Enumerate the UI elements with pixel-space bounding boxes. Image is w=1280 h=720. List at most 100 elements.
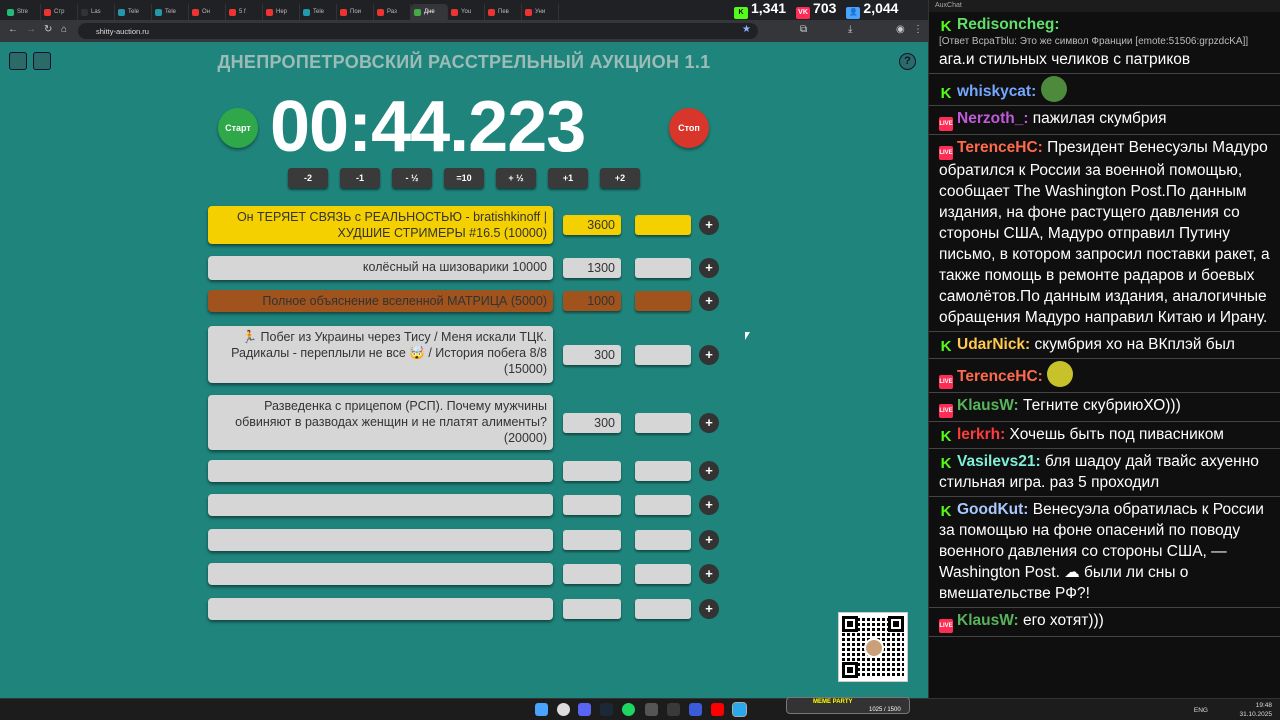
browser-tab[interactable]: Tele bbox=[300, 4, 337, 20]
kick-badge-icon: K bbox=[939, 18, 953, 35]
lot-amount-field[interactable] bbox=[563, 564, 621, 584]
lang-indicator[interactable]: ENG bbox=[1194, 706, 1208, 715]
steam-icon[interactable] bbox=[600, 703, 613, 716]
browser-tab[interactable]: Нер bbox=[263, 4, 300, 20]
kick-badge-icon: K bbox=[939, 503, 953, 520]
lot-name-field[interactable]: 🏃 Побег из Украины через Тису / Меня иск… bbox=[208, 326, 553, 383]
lot-name-field[interactable] bbox=[208, 529, 553, 551]
browser-tab[interactable]: Стр bbox=[41, 4, 78, 20]
lot-name-field[interactable] bbox=[208, 598, 553, 620]
lot-amount-field[interactable]: 1300 bbox=[563, 258, 621, 278]
start-button[interactable]: Старт bbox=[218, 108, 258, 148]
lot-amount-field[interactable] bbox=[563, 461, 621, 481]
time-adjust-button[interactable]: -2 bbox=[288, 168, 328, 188]
browser-tab[interactable]: Tele bbox=[152, 4, 189, 20]
lot-add-button[interactable]: + bbox=[699, 495, 719, 515]
lot-name-field[interactable]: Он ТЕРЯЕТ СВЯЗЬ с РЕАЛЬНОСТЬЮ - bratishk… bbox=[208, 206, 553, 244]
vk-live-badge-icon: LIVE bbox=[939, 375, 953, 389]
lot-amount-field[interactable] bbox=[563, 495, 621, 515]
lot-amount-field[interactable] bbox=[563, 599, 621, 619]
lot-amount-field[interactable]: 3600 bbox=[563, 215, 621, 235]
lot-amount-field[interactable] bbox=[563, 530, 621, 550]
profile-icon[interactable]: ◉ bbox=[896, 24, 905, 35]
browser-tab[interactable]: Он bbox=[189, 4, 226, 20]
lot-add-amount-field[interactable] bbox=[635, 258, 691, 278]
time-adjust-button[interactable]: -1 bbox=[340, 168, 380, 188]
lot-add-amount-field[interactable] bbox=[635, 599, 691, 619]
forward-icon[interactable]: → bbox=[26, 24, 36, 35]
lot-add-amount-field[interactable] bbox=[635, 345, 691, 365]
chrome-icon[interactable] bbox=[557, 703, 570, 716]
chat-window-title: AuxChat bbox=[929, 0, 1280, 12]
youtube-icon[interactable] bbox=[711, 703, 724, 716]
lot-add-button[interactable]: + bbox=[699, 215, 719, 235]
menu-icon[interactable]: ⋮ bbox=[913, 24, 923, 35]
lot-add-button[interactable]: + bbox=[699, 258, 719, 278]
lot-add-button[interactable]: + bbox=[699, 345, 719, 365]
lot-amount-field[interactable]: 300 bbox=[563, 345, 621, 365]
clock-time: 19:48 bbox=[1255, 702, 1272, 709]
browser-tab[interactable]: Раз bbox=[374, 4, 411, 20]
telegram-icon[interactable] bbox=[732, 702, 747, 717]
lot-add-button[interactable]: + bbox=[699, 413, 719, 433]
lot-add-amount-field[interactable] bbox=[635, 215, 691, 235]
browser-toolbar: ← → ↻ ⌂ shitty-auction.ru ★ ⧉ ⤓ ◉ ⋮ bbox=[0, 20, 928, 42]
lot-name-field[interactable]: колёсный на шизоварики 10000 bbox=[208, 256, 553, 280]
browser-tab[interactable]: Пои bbox=[337, 4, 374, 20]
lot-add-amount-field[interactable] bbox=[635, 461, 691, 481]
lot-name-field[interactable]: Разведенка с прицепом (РСП). Почему мужч… bbox=[208, 395, 553, 450]
windows-start-icon[interactable] bbox=[535, 703, 548, 716]
app-icon[interactable] bbox=[645, 703, 658, 716]
lot-add-button[interactable]: + bbox=[699, 291, 719, 311]
lot-name-field[interactable] bbox=[208, 494, 553, 516]
browser-tab[interactable]: Уни bbox=[522, 4, 559, 20]
address-bar[interactable]: shitty-auction.ru bbox=[78, 23, 758, 39]
time-adjust-button[interactable]: + ½ bbox=[496, 168, 536, 188]
chat-nick: lerkrh: bbox=[957, 426, 1006, 443]
lot-add-amount-field[interactable] bbox=[635, 564, 691, 584]
system-tray: ENG 19:48 31.10.2025 bbox=[1194, 701, 1272, 719]
lot-amount-field[interactable]: 300 bbox=[563, 413, 621, 433]
spotify-icon[interactable] bbox=[622, 703, 635, 716]
chat-message: K UdarNick: скумбрия хо на ВКплэй был bbox=[929, 332, 1280, 359]
reload-icon[interactable]: ↻ bbox=[44, 24, 52, 35]
lot-name-field[interactable] bbox=[208, 460, 553, 482]
lot-add-button[interactable]: + bbox=[699, 599, 719, 619]
browser-tab[interactable]: Дне bbox=[411, 4, 448, 20]
home-icon[interactable]: ⌂ bbox=[61, 24, 67, 35]
lot-name-field[interactable] bbox=[208, 563, 553, 585]
chat-message: LIVE Nerzoth_: пажилая скумбрия bbox=[929, 106, 1280, 135]
lot-add-amount-field[interactable] bbox=[635, 495, 691, 515]
stop-button[interactable]: Стоп bbox=[669, 108, 709, 148]
folder-icon[interactable] bbox=[667, 703, 680, 716]
browser-tab[interactable]: Пев bbox=[485, 4, 522, 20]
lot-add-amount-field[interactable] bbox=[635, 530, 691, 550]
obs-icon[interactable] bbox=[689, 703, 702, 716]
lot-add-button[interactable]: + bbox=[699, 461, 719, 481]
time-adjust-button[interactable]: +2 bbox=[600, 168, 640, 188]
lot-add-button[interactable]: + bbox=[699, 564, 719, 584]
back-icon[interactable]: ← bbox=[8, 24, 18, 35]
extensions-icon[interactable]: ⧉ bbox=[800, 24, 807, 35]
tab-favicon-icon bbox=[118, 8, 125, 16]
chat-nick: GoodKut: bbox=[957, 501, 1029, 518]
time-adjust-button[interactable]: - ½ bbox=[392, 168, 432, 188]
download-icon[interactable]: ⤓ bbox=[848, 24, 852, 35]
browser-tab[interactable]: 5 f bbox=[226, 4, 263, 20]
lot-add-button[interactable]: + bbox=[699, 530, 719, 550]
tab-label: You bbox=[461, 9, 472, 15]
discord-icon[interactable] bbox=[578, 703, 591, 716]
browser-tab[interactable]: Stre bbox=[4, 4, 41, 20]
browser-tab[interactable]: Tele bbox=[115, 4, 152, 20]
lot-amount-field[interactable]: 1000 bbox=[563, 291, 621, 311]
bookmark-star-icon[interactable]: ★ bbox=[742, 24, 751, 35]
help-button[interactable]: ? bbox=[899, 53, 916, 70]
tab-favicon-icon bbox=[451, 8, 458, 16]
browser-tab[interactable]: Las bbox=[78, 4, 115, 20]
browser-tab[interactable]: You bbox=[448, 4, 485, 20]
lot-add-amount-field[interactable] bbox=[635, 413, 691, 433]
time-adjust-button[interactable]: +1 bbox=[548, 168, 588, 188]
lot-add-amount-field[interactable] bbox=[635, 291, 691, 311]
time-adjust-button[interactable]: =10 bbox=[444, 168, 484, 188]
lot-name-field[interactable]: Полное объяснение вселенной МАТРИЦА (500… bbox=[208, 290, 553, 312]
